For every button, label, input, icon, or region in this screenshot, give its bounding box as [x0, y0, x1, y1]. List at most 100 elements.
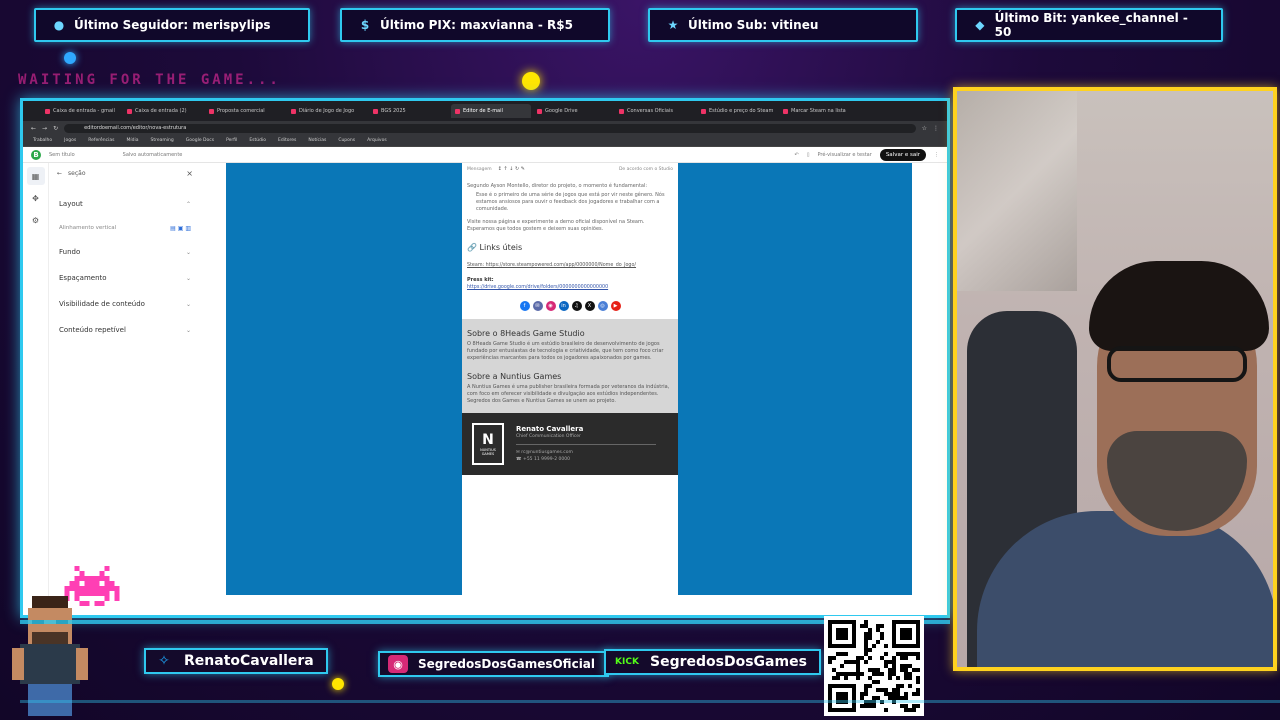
panel-row-label: Espaçamento: [59, 274, 107, 282]
links-title: 🔗 Links úteis: [462, 243, 678, 252]
yellow-orb-small: [332, 678, 344, 690]
bookmark-item[interactable]: Streaming: [150, 138, 173, 143]
youtube-icon[interactable]: ▶: [610, 301, 621, 311]
social-icons: f ✉ ◉ in ♫ X ◎ ▶: [462, 301, 678, 311]
kick-handle[interactable]: KICK SegredosDosGames: [604, 649, 821, 675]
bookmark-item[interactable]: Referências: [88, 138, 114, 143]
twitter-text: RenatoCavallera: [184, 653, 314, 669]
signature-email-text: rc@nuntiusgames.com: [521, 450, 573, 455]
quote-text: Esse é o primeiro de uma série de jogos …: [476, 192, 665, 212]
panel-row-visibility[interactable]: Visibilidade de conteúdo ⌄: [49, 291, 201, 317]
text-toolbar-icons[interactable]: ↕ ↑ ↓ ↻ ✎: [498, 166, 525, 172]
tab-favicon-icon: [701, 108, 706, 114]
device-icon[interactable]: ▯: [807, 152, 810, 158]
move-rail-icon[interactable]: ✥: [27, 189, 45, 207]
align-icons[interactable]: ▤ ▣ ▥: [170, 225, 191, 232]
menu-icon[interactable]: ⋮: [933, 125, 939, 132]
url-field[interactable]: editordoemail.com/editor/nova-estrutura: [64, 123, 916, 133]
about-nuntius-text: A Nuntius Games é uma publisher brasilei…: [467, 384, 670, 404]
blue-orb: [64, 52, 76, 64]
panel-row-align[interactable]: Alinhamento vertical ▤ ▣ ▥: [49, 217, 201, 239]
tab-favicon-icon: [291, 108, 296, 114]
more-icon[interactable]: ⋮: [934, 152, 939, 158]
email-body[interactable]: Mensagem ↕ ↑ ↓ ↻ ✎ De acordo com o Studi…: [462, 163, 678, 595]
steam-link[interactable]: Steam: https://store.steampowered.com/ap…: [462, 262, 678, 269]
bookmark-item[interactable]: Arquivos: [367, 138, 387, 143]
browser-tab[interactable]: BGS 2025: [369, 104, 449, 118]
bookmarks-bar: Trabalho Jogos Referências Mídia Streaming Go…: [23, 135, 947, 147]
reload-icon[interactable]: ↻: [53, 125, 58, 132]
editor-logo-icon[interactable]: B: [31, 149, 41, 160]
panel-row-label: Conteúdo repetível: [59, 326, 126, 334]
pixel-avatar-icon: [12, 596, 88, 716]
wall-texture: [957, 91, 1077, 291]
browser-tab[interactable]: Caixa de entrada - gmail: [41, 104, 121, 118]
linkedin-icon[interactable]: in: [558, 301, 569, 311]
browser-tab[interactable]: Diário de Jogo de Jogo: [287, 104, 367, 118]
browser-tab[interactable]: Editor de E-mail: [451, 104, 531, 118]
back-icon[interactable]: ←: [31, 125, 36, 132]
bookmark-item[interactable]: Mídia: [126, 138, 138, 143]
mail-icon: ✉: [516, 450, 520, 455]
layout-rail-icon[interactable]: ▦: [26, 167, 45, 185]
tab-favicon-icon: [127, 108, 132, 114]
panel-row-repeatable[interactable]: Conteúdo repetível ⌄: [49, 317, 201, 343]
editor-toolbar: B Sem título Salvo automaticamente ↶ ▯ P…: [23, 147, 947, 163]
bookmark-item[interactable]: Estúdio: [249, 138, 266, 143]
tab-label: Diário de Jogo de Jogo: [299, 108, 355, 114]
user-icon: ●: [53, 18, 65, 32]
press-link[interactable]: https://drive.google.com/drive/folders/0…: [462, 284, 678, 291]
panel-header: ← seção ×: [49, 163, 201, 183]
chevron-down-icon: ⌄: [185, 274, 191, 282]
instagram-icon[interactable]: ◉: [545, 301, 556, 311]
star-bookmark-icon[interactable]: ☆: [922, 125, 927, 132]
facebook-icon[interactable]: f: [519, 301, 530, 311]
bookmark-item[interactable]: Notícias: [308, 138, 326, 143]
browser-tab[interactable]: Proposta comercial: [205, 104, 285, 118]
sig-logo-text: NUNTIUS GAMES: [480, 448, 496, 456]
press-label: Press kit:: [467, 277, 494, 283]
preview-button[interactable]: Pré-visualizar e testar: [818, 152, 872, 158]
bookmark-item[interactable]: Jogos: [64, 138, 76, 143]
browser-tab[interactable]: Estúdio e preço do Steam: [697, 104, 777, 118]
panel-row-label: Layout: [59, 200, 83, 208]
browser-window: Caixa de entrada - gmail Caixa de entrada…: [20, 98, 950, 618]
back-arrow-icon[interactable]: ←: [57, 170, 62, 177]
close-icon[interactable]: ×: [186, 169, 193, 178]
undo-icon[interactable]: ↶: [795, 152, 799, 158]
toolbar-note: De acordo com o Studio: [618, 166, 673, 172]
email-icon[interactable]: ✉: [532, 301, 543, 311]
bookmark-item[interactable]: Cupons: [338, 138, 355, 143]
forward-icon[interactable]: →: [42, 125, 47, 132]
panel-row-layout[interactable]: Layout ⌃: [49, 191, 201, 217]
instagram-handle[interactable]: ◉ SegredosDosGamesOficial: [378, 651, 610, 677]
bookmark-item[interactable]: Trabalho: [33, 138, 52, 143]
tab-label: BGS 2025: [381, 108, 406, 114]
signature-role: Chief Communication Officer: [516, 434, 581, 439]
tiktok-icon[interactable]: ♫: [571, 301, 582, 311]
browser-tab[interactable]: Caixa de entrada (2): [123, 104, 203, 118]
settings-rail-icon[interactable]: ⚙: [27, 211, 45, 229]
browser-tab[interactable]: Google Drive: [533, 104, 613, 118]
x-icon[interactable]: X: [584, 301, 595, 311]
tab-label: Conversas Oficiais: [627, 108, 673, 114]
editor-breadcrumb[interactable]: Sem título: [49, 152, 75, 158]
about-8heads-title: Sobre o 8Heads Game Studio: [467, 329, 585, 338]
browser-tab[interactable]: Conversas Oficiais: [615, 104, 695, 118]
signature-phone-text: +55 11 9999-2 0000: [523, 457, 570, 462]
kick-text: SegredosDosGames: [650, 654, 807, 670]
webcam-feed: [953, 87, 1277, 671]
browser-tab[interactable]: Marcar Steam na lista: [779, 104, 859, 118]
twitter-handle[interactable]: ✧ RenatoCavallera: [144, 648, 328, 674]
panel-row-background[interactable]: Fundo ⌄: [49, 239, 201, 265]
website-icon[interactable]: ◎: [597, 301, 608, 311]
panel-row-spacing[interactable]: Espaçamento ⌄: [49, 265, 201, 291]
bookmark-item[interactable]: Perfil: [226, 138, 237, 143]
about-8heads-text: O 8Heads Game Studio é um estúdio brasil…: [467, 341, 664, 361]
bookmark-item[interactable]: Google Docs: [186, 138, 214, 143]
tab-favicon-icon: [619, 108, 624, 114]
tab-label: Editor de E-mail: [463, 108, 503, 114]
bookmark-item[interactable]: Editores: [278, 138, 296, 143]
save-exit-button[interactable]: Salvar e sair: [879, 148, 926, 161]
nuntius-logo: N NUNTIUS GAMES: [472, 423, 504, 465]
